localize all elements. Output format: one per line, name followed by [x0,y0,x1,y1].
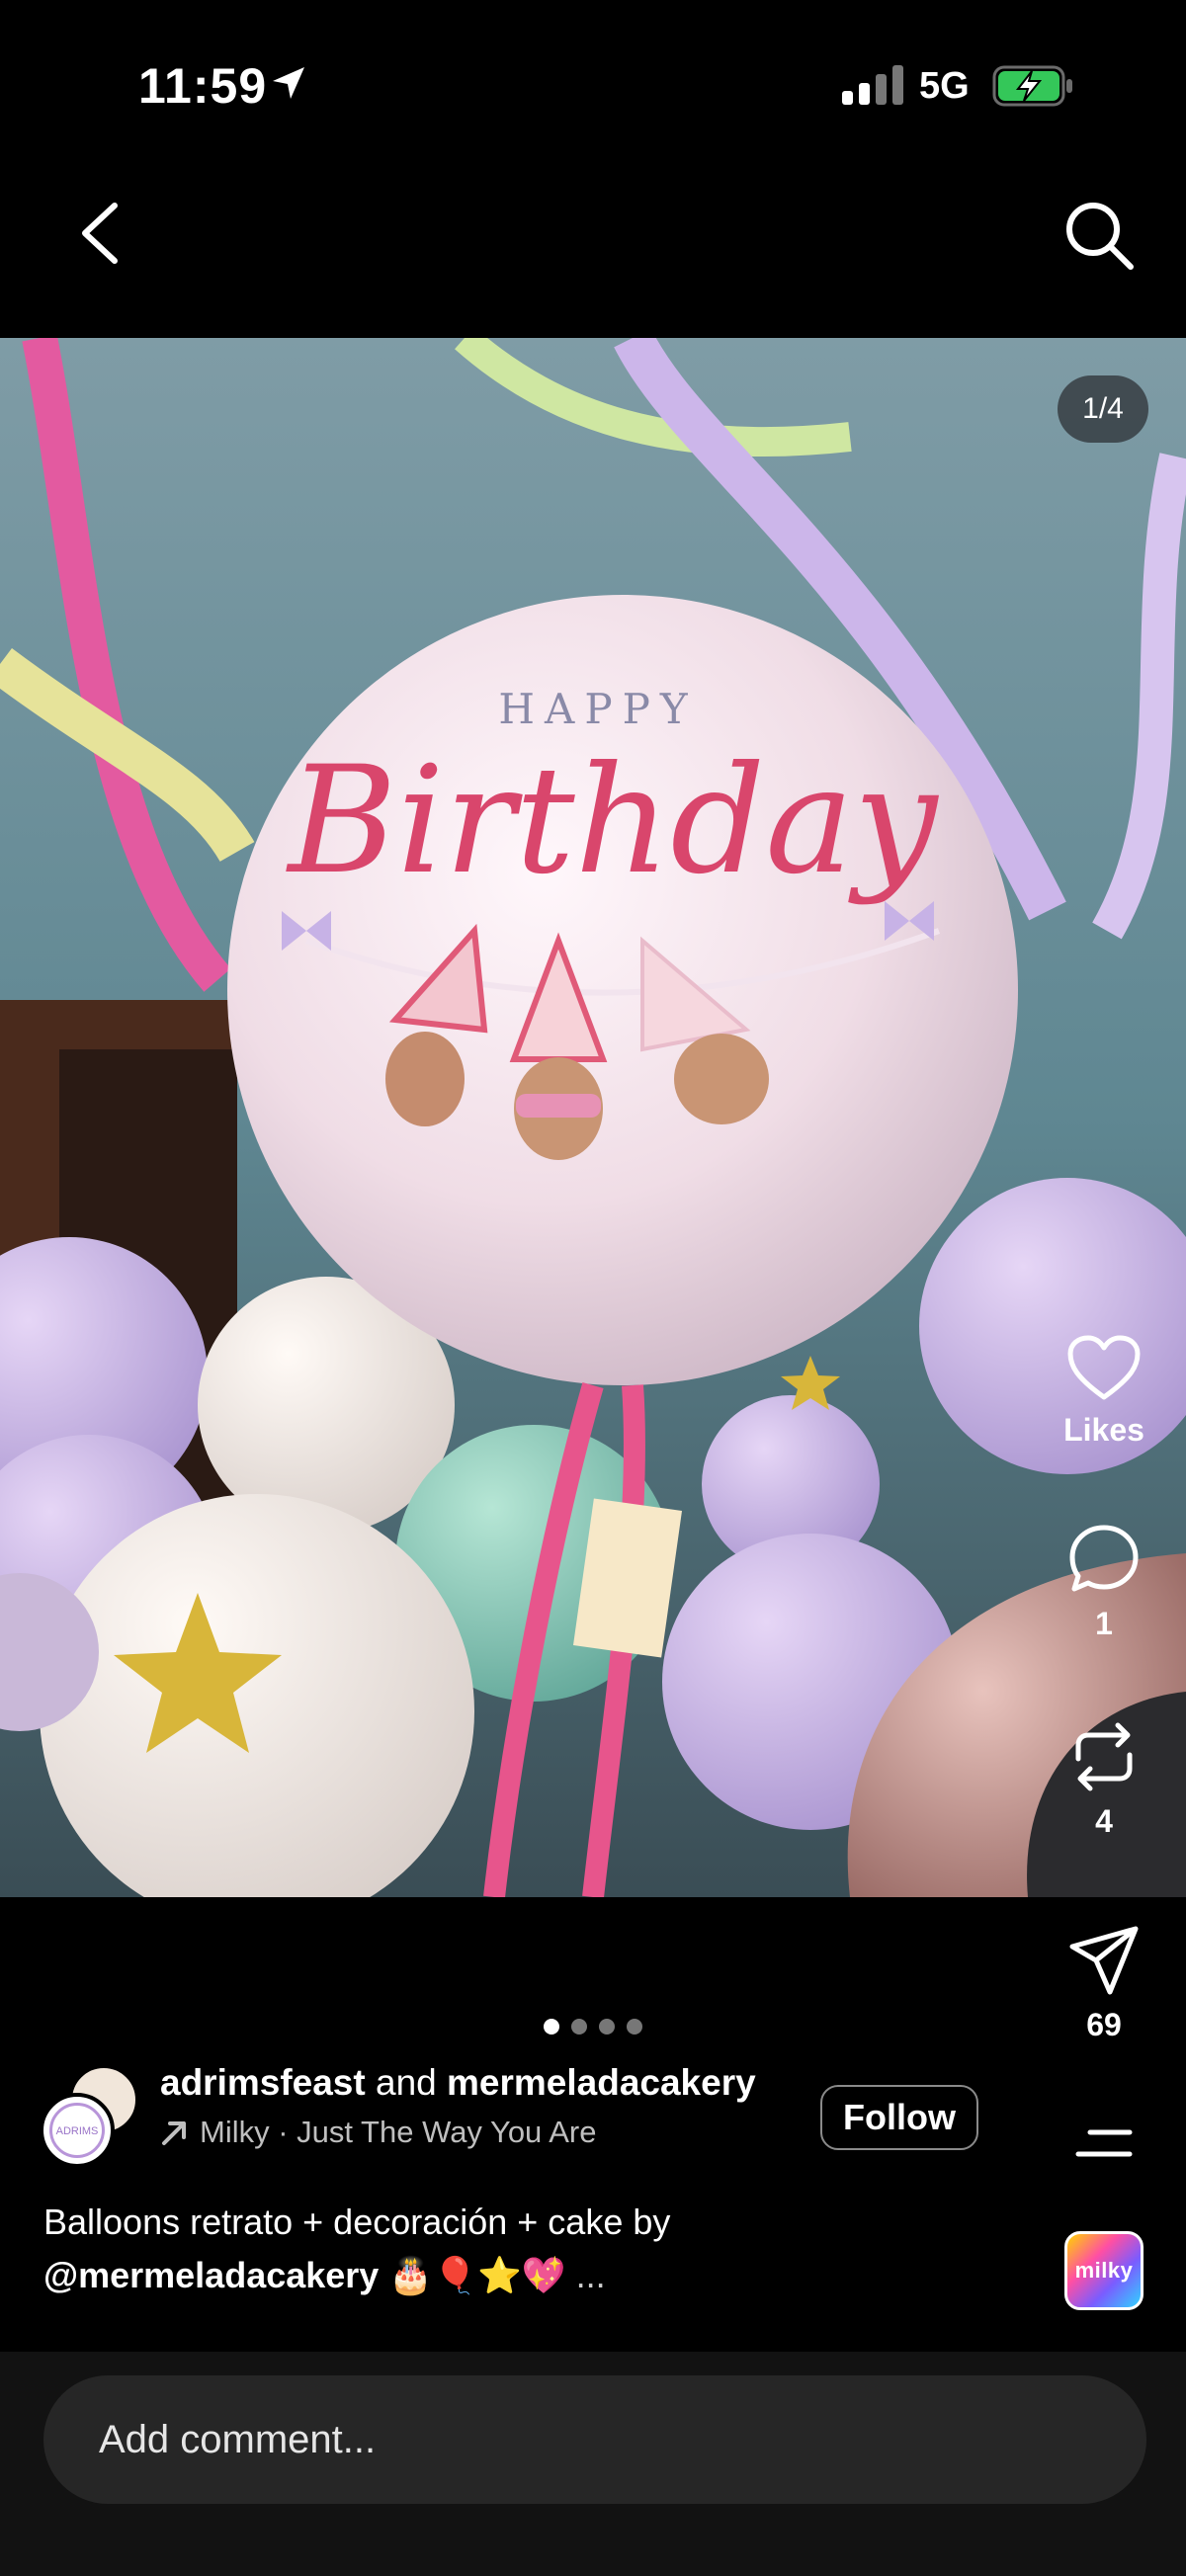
author-names[interactable]: adrimsfeast and mermeladacakery [160,2062,756,2104]
share-button[interactable]: 69 [1045,1923,1163,2043]
carousel-dot [599,2019,615,2035]
avatar: ADRIMS [40,2093,115,2168]
comment-count: 1 [1095,1606,1113,1641]
signal-bars-icon [842,63,903,105]
status-bar: 11:59 5G [0,0,1186,168]
post-photo[interactable]: HAPPY Birthday [0,338,1186,1897]
comment-bar: Add comment... [0,2352,1186,2576]
location-arrow-icon [273,67,304,99]
author-name-1[interactable]: adrimsfeast [160,2062,366,2103]
follow-button[interactable]: Follow [820,2085,978,2150]
like-button[interactable]: Likes [1045,1334,1163,1449]
share-count: 69 [1086,2007,1122,2042]
music-sticker[interactable]: milky [1064,2231,1144,2310]
music-title: Milky · Just The Way You Are [200,2115,597,2149]
sticker-label: milky [1074,2258,1134,2283]
author-and: and [365,2062,448,2103]
carousel-dot [627,2019,642,2035]
author-name-2[interactable]: mermeladacakery [447,2062,756,2103]
image-counter: 1/4 [1058,375,1148,443]
carousel-dot [544,2019,559,2035]
menu-icon [1075,2129,1133,2157]
avatar-logo-text: ADRIMS [49,2103,105,2158]
repost-count: 4 [1095,1803,1113,1839]
carousel-dot [571,2019,587,2035]
status-time: 11:59 [138,58,268,114]
more-menu-button[interactable] [1045,2124,1163,2169]
author-avatars[interactable]: ADRIMS [40,2065,148,2174]
repost-button[interactable]: 4 [1045,1719,1163,1840]
search-icon[interactable] [1061,198,1137,273]
comment-button[interactable]: 1 [1045,1522,1163,1642]
post-caption[interactable]: Balloons retrato + decoración + cake by … [43,2196,953,2302]
carousel-indicator [544,2019,642,2035]
battery-charging-icon [992,65,1072,107]
photo-text-happy: HAPPY [498,685,697,733]
comment-bubble-icon [1069,1525,1139,1592]
paper-plane-icon [1069,1926,1139,1995]
arrow-up-right-icon [162,2121,186,2145]
comment-input[interactable]: Add comment... [43,2375,1146,2504]
network-type: 5G [919,65,970,107]
caption-mention[interactable]: @mermeladacakery [43,2255,379,2295]
back-button[interactable] [71,198,130,269]
likes-label: Likes [1063,1412,1144,1448]
caption-more[interactable]: ... [576,2255,606,2295]
repost-icon [1075,1722,1133,1791]
music-attribution[interactable]: Milky · Just The Way You Are [160,2115,596,2150]
photo-text-birthday: Birthday [286,735,940,907]
heart-icon [1067,1335,1141,1400]
caption-line-1: Balloons retrato + decoración + cake by [43,2202,671,2242]
caption-emojis: 🎂🎈⭐💖 [388,2255,566,2295]
